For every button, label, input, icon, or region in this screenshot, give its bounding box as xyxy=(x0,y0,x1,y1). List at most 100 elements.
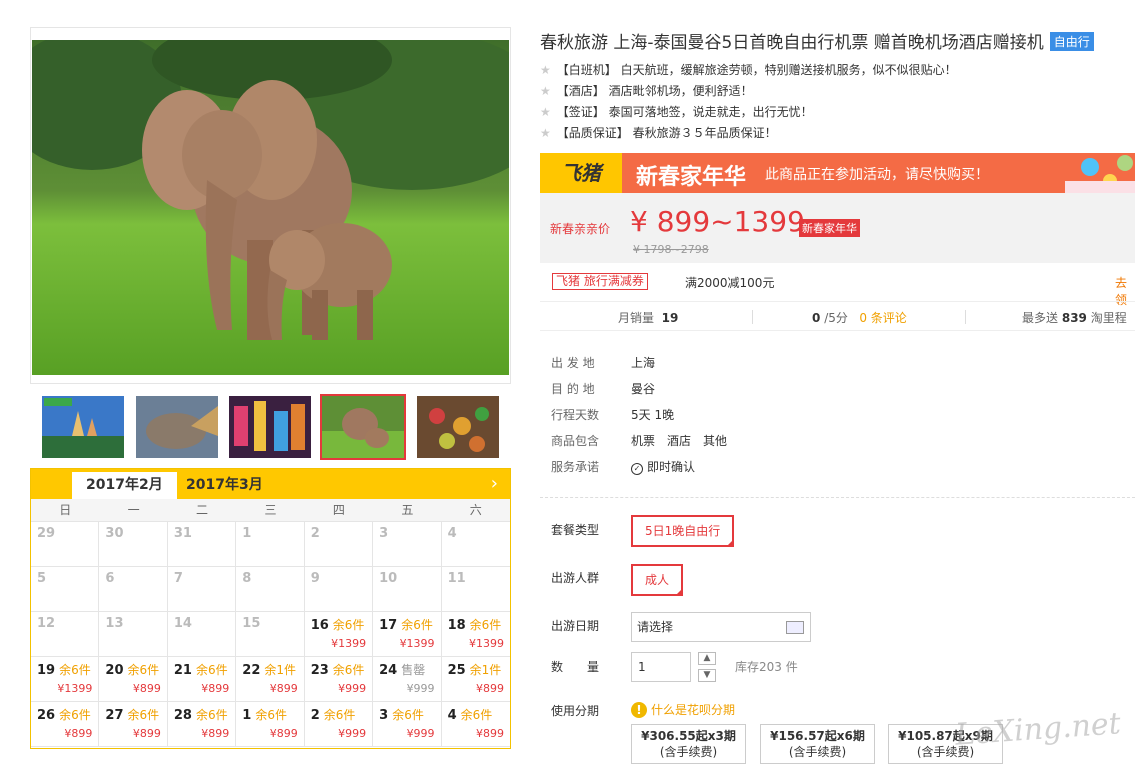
info-key: 行程天数 xyxy=(551,408,600,422)
day-number: 28 xyxy=(173,708,192,723)
calendar-day[interactable]: 17 余6件 ¥1399 xyxy=(373,612,442,657)
calendar-day[interactable]: 2 余6件 ¥999 xyxy=(304,702,374,747)
reviews-link[interactable]: 0 条评论 xyxy=(859,311,906,325)
check-circle-icon: ✓ xyxy=(631,463,643,475)
day-price: ¥899 xyxy=(132,682,161,695)
calendar-day: 31 xyxy=(167,522,237,567)
day-number: 2 xyxy=(310,708,320,723)
promo-banner[interactable]: 飞猪 新春家年华 此商品正在参加活动，请尽快购买！ xyxy=(540,153,1135,193)
calendar-day[interactable]: 24 售罄 ¥999 xyxy=(373,657,442,702)
date-placeholder: 请选择 xyxy=(637,620,674,634)
chevron-up-icon[interactable]: ▲ xyxy=(698,652,716,665)
installment-note: (含手续费) xyxy=(788,745,847,759)
day-price: ¥899 xyxy=(64,727,93,740)
product-title: 春秋旅游 上海-泰国曼谷5日首晚自由行机票 赠首晚机场酒店赠接机 自由行 xyxy=(540,28,1094,53)
calendar-day[interactable]: 27 余6件 ¥899 xyxy=(99,702,168,747)
thumbnail-3[interactable] xyxy=(227,394,313,460)
day-number: 23 xyxy=(310,663,329,678)
monthly-sales: 月销量 19 xyxy=(618,309,678,326)
stats-bar: 月销量 19 0 /5分 0 条评论 最多送 839 淘里程 xyxy=(540,301,1135,331)
day-price: ¥899 xyxy=(132,727,161,740)
chevron-down-icon[interactable]: ▼ xyxy=(698,669,716,682)
calendar-day[interactable]: 20 余6件 ¥899 xyxy=(99,657,168,702)
day-stock: 余6件 xyxy=(332,618,365,632)
people-option[interactable]: 成人 xyxy=(631,564,684,596)
watermark: LeXing.net xyxy=(953,706,1122,753)
quantity-input[interactable]: 1 xyxy=(631,652,691,682)
calendar-day[interactable]: 3 余6件 ¥999 xyxy=(373,702,442,747)
thumbnail-4-selected[interactable] xyxy=(320,394,406,460)
installment-amount: ¥306.55起x3期 xyxy=(641,729,736,743)
calendar-icon[interactable] xyxy=(786,621,804,634)
weekday-label: 日 xyxy=(59,503,72,517)
calendar-day[interactable]: 19 余6件 ¥1399 xyxy=(31,657,100,702)
day-price: ¥999 xyxy=(338,682,367,695)
travel-date-input[interactable]: 请选择 xyxy=(631,612,811,642)
info-value: 即时确认 xyxy=(647,460,696,474)
exclamation-icon: ! xyxy=(631,702,647,718)
feature-text: 【签证】 泰国可落地签，说走就走，出行无忧！ xyxy=(556,105,813,119)
weekday-label: 五 xyxy=(401,503,414,517)
day-stock: 余1件 xyxy=(264,663,297,677)
info-value: 上海 xyxy=(631,356,656,370)
calendar-day: 29 xyxy=(31,522,100,567)
day-number: 3 xyxy=(379,708,389,723)
feature-item: ★ 【签证】 泰国可落地签，说走就走，出行无忧！ xyxy=(540,102,1130,123)
points-label: 最多送 xyxy=(1022,311,1059,325)
calendar-day: 2 xyxy=(304,522,374,567)
banner-subtitle: 此商品正在参加活动，请尽快购买！ xyxy=(765,167,989,183)
info-row-destination: 目 的 地 曼谷 xyxy=(551,376,727,402)
tab-mar-2017[interactable]: 2017年3月 xyxy=(172,472,277,499)
installment-option-6[interactable]: ¥156.57起x6期 (含手续费) xyxy=(760,724,875,764)
main-product-image xyxy=(30,27,511,384)
day-number: 9 xyxy=(310,571,320,586)
installment-note: (含手续费) xyxy=(659,745,718,759)
rating-value: 0 xyxy=(812,311,821,325)
thumbnail-5[interactable] xyxy=(415,394,501,460)
calendar-day[interactable]: 1 余6件 ¥899 xyxy=(236,702,305,747)
calendar-day[interactable]: 22 余1件 ¥899 xyxy=(236,657,305,702)
calendar-day: 13 xyxy=(99,612,168,657)
day-number: 6 xyxy=(105,571,115,586)
calendar-day: 12 xyxy=(31,612,100,657)
day-price: ¥899 xyxy=(476,727,504,740)
divider xyxy=(965,310,966,324)
day-stock: 余6件 xyxy=(460,708,493,722)
calendar-day[interactable]: 23 余6件 ¥999 xyxy=(304,657,374,702)
star-icon: ★ xyxy=(540,126,551,140)
calendar-day: 7 xyxy=(167,567,237,612)
free-travel-tag: 自由行 xyxy=(1049,32,1094,51)
calendar-header: 2017年2月 2017年3月 › xyxy=(31,469,510,499)
day-number: 30 xyxy=(105,526,124,541)
calendar-day[interactable]: 26 余6件 ¥899 xyxy=(31,702,100,747)
package-label: 套餐类型 xyxy=(551,523,600,537)
feature-item: ★ 【白班机】 白天航班，缓解旅途劳顿，特别赠送接机服务，似不似很贴心！ xyxy=(540,60,1130,81)
weekday-header: 日一二三四五六 xyxy=(31,499,510,522)
chevron-right-icon[interactable]: › xyxy=(491,473,498,494)
calendar-day[interactable]: 21 余6件 ¥899 xyxy=(167,657,237,702)
installment-help[interactable]: ! 什么是花呗分期 xyxy=(631,701,735,718)
info-value: 机票 酒店 其他 xyxy=(631,434,728,448)
calendar-day[interactable]: 25 余1件 ¥899 xyxy=(441,657,510,702)
price-box: 新春亲亲价 ¥ 899~1399 新春家年华 ¥ 1798~2798 xyxy=(540,193,1135,263)
day-number: 12 xyxy=(37,616,56,631)
tab-feb-2017[interactable]: 2017年2月 xyxy=(72,472,177,499)
calendar-day[interactable]: 28 余6件 ¥899 xyxy=(167,702,237,747)
calendar-day[interactable]: 16 余6件 ¥1399 xyxy=(304,612,374,657)
calendar-day[interactable]: 18 余6件 ¥1399 xyxy=(441,612,510,657)
day-number: 2 xyxy=(310,526,320,541)
thumbnail-1[interactable] xyxy=(40,394,126,460)
thumbnail-2[interactable] xyxy=(134,394,220,460)
calendar-day: 30 xyxy=(99,522,168,567)
calendar-day[interactable]: 4 余6件 ¥899 xyxy=(441,702,510,747)
calendar-day: 4 xyxy=(441,522,510,567)
day-number: 1 xyxy=(242,526,252,541)
day-number: 16 xyxy=(310,618,329,633)
day-stock: 余6件 xyxy=(255,708,287,722)
calendar-grid: 29 30 31 1 2 3 4 5 6 7 8 9 10 11 12 13 14 15 16 余6件 ¥1399 17 余… xyxy=(31,522,510,747)
divider xyxy=(752,310,753,324)
day-number: 19 xyxy=(37,663,56,678)
package-option[interactable]: 5日1晚自由行 xyxy=(631,515,735,547)
installment-option-3[interactable]: ¥306.55起x3期 (含手续费) xyxy=(631,724,746,764)
day-price: ¥899 xyxy=(476,682,504,695)
